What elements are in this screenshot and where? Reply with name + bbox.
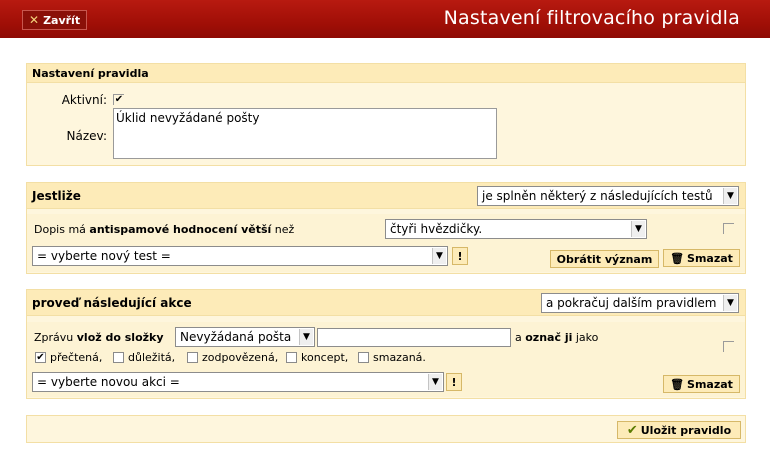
rule-settings-title: Nastavení pravidla xyxy=(27,64,745,83)
delete-test-label: Smazat xyxy=(687,251,733,265)
checkbox-icon xyxy=(113,352,124,363)
save-rule-button[interactable]: ✔ Uložit pravidlo xyxy=(617,421,741,439)
condition-text: Dopis má antispamové hodnocení větší než xyxy=(34,223,295,236)
new-action-select[interactable]: = vyberte novou akci = ▼ xyxy=(32,372,444,392)
chevron-down-icon: ▼ xyxy=(723,295,737,311)
new-test-value: = vyberte nový test = xyxy=(37,249,171,263)
delete-action-label: Smazat xyxy=(687,377,733,391)
action-text-prefix: Zprávu vlož do složky xyxy=(34,331,164,344)
condition-row: Dopis má antispamové hodnocení větší než… xyxy=(27,214,745,272)
condition-value-select[interactable]: čtyři hvězdičky. ▼ xyxy=(385,219,647,239)
chevron-down-icon: ▼ xyxy=(723,188,737,204)
delete-test-button[interactable]: 🗑 Smazat xyxy=(663,249,740,267)
new-test-help-button[interactable]: ! xyxy=(452,247,468,265)
close-icon: ✕ xyxy=(29,13,40,27)
close-button[interactable]: ✕ Zavřít xyxy=(22,10,88,30)
invert-button[interactable]: Obrátit význam xyxy=(550,250,659,268)
actions-section: proveď následující akce a pokračuj další… xyxy=(26,289,746,399)
footer-section: ✔ Uložit pravidlo xyxy=(26,415,746,443)
chevron-down-icon: ▼ xyxy=(299,329,313,345)
checkbox-icon xyxy=(358,352,369,363)
continue-value: a pokračuj dalším pravidlem xyxy=(546,296,717,310)
match-mode-value: je splněn některý z následujících testů xyxy=(482,189,713,203)
flag-deleted[interactable]: smazaná. xyxy=(358,351,426,364)
action-row: Zprávu vlož do složky Nevyžádaná pošta ▼… xyxy=(27,322,745,397)
condition-checkbox[interactable] xyxy=(723,223,734,234)
flag-read[interactable]: ✔ přečtená, xyxy=(35,351,102,364)
new-test-select[interactable]: = vyberte nový test = ▼ xyxy=(32,246,448,266)
new-action-value: = vyberte novou akci = xyxy=(37,375,180,389)
condition-value: čtyři hvězdičky. xyxy=(390,222,483,236)
invert-label: Obrátit význam xyxy=(556,252,653,266)
rule-name-field[interactable] xyxy=(113,108,497,159)
folder-select[interactable]: Nevyžádaná pošta ▼ xyxy=(175,327,315,347)
trash-icon: 🗑 xyxy=(670,377,685,391)
save-rule-label: Uložit pravidlo xyxy=(640,423,732,437)
page-title: Nastavení filtrovacího pravidla xyxy=(443,7,740,29)
chevron-down-icon: ▼ xyxy=(432,248,446,264)
name-label: Název: xyxy=(66,129,108,143)
checkmark-icon: ✔ xyxy=(626,422,638,438)
flag-answered[interactable]: zodpovězená, xyxy=(187,351,278,364)
folder-name-input[interactable] xyxy=(317,328,511,347)
header-bar: ✕ Zavřít Nastavení filtrovacího pravidla xyxy=(0,0,770,38)
chevron-down-icon: ▼ xyxy=(631,221,645,237)
delete-action-button[interactable]: 🗑 Smazat xyxy=(663,375,740,393)
conditions-section: Jestliže je splněn některý z následující… xyxy=(26,182,746,274)
checkbox-icon: ✔ xyxy=(35,352,46,363)
new-action-help-button[interactable]: ! xyxy=(446,373,462,391)
trash-icon: 🗑 xyxy=(670,251,685,265)
match-mode-select[interactable]: je splněn některý z následujících testů … xyxy=(477,186,739,206)
checkbox-icon xyxy=(187,352,198,363)
flag-important[interactable]: důležitá, xyxy=(113,351,175,364)
continue-select[interactable]: a pokračuj dalším pravidlem ▼ xyxy=(541,293,739,313)
action-checkbox[interactable] xyxy=(723,341,734,352)
close-label: Zavřít xyxy=(43,13,81,27)
chevron-down-icon: ▼ xyxy=(428,374,442,390)
rule-settings-section: Nastavení pravidla Aktivní: ✔ Název: xyxy=(26,63,746,166)
action-text-suffix: a označ ji jako xyxy=(515,331,599,344)
active-label: Aktivní: xyxy=(61,93,107,107)
flag-draft[interactable]: koncept, xyxy=(286,351,348,364)
checkbox-icon xyxy=(286,352,297,363)
folder-value: Nevyžádaná pošta xyxy=(180,330,292,344)
active-checkbox[interactable]: ✔ xyxy=(113,94,124,105)
